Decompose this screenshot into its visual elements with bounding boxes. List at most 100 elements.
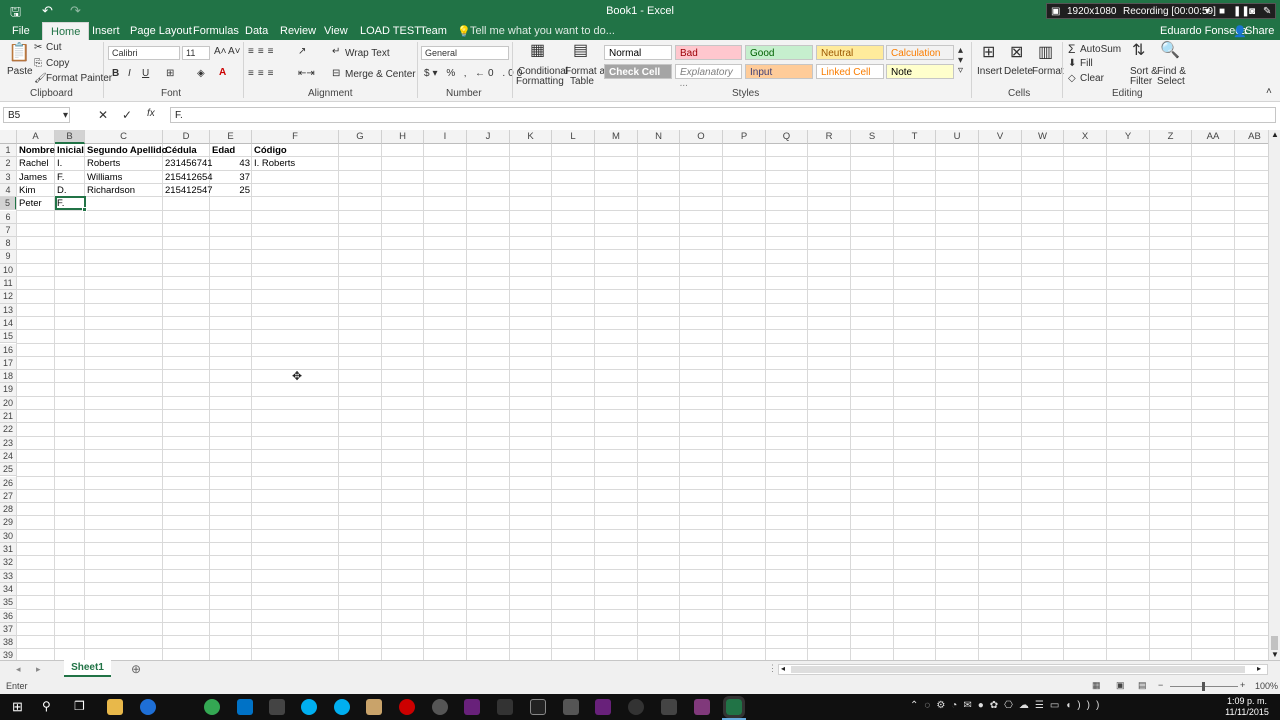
row-header[interactable]: 38	[0, 636, 17, 650]
data-cell[interactable]: I.	[55, 157, 85, 170]
row-header[interactable]: 22	[0, 423, 17, 437]
name-box[interactable]: B5	[3, 107, 70, 123]
data-cell[interactable]: James	[17, 171, 55, 184]
wrap-text-button[interactable]: Wrap Text	[345, 48, 390, 59]
row-header[interactable]: 13	[0, 303, 17, 317]
app-icon[interactable]	[661, 699, 677, 715]
format-as-table-label-2[interactable]: Table	[570, 76, 594, 87]
file-explorer-icon[interactable]	[107, 699, 123, 715]
cancel-icon[interactable]: ✕	[98, 108, 108, 122]
recorder-icon[interactable]	[399, 699, 415, 715]
search-icon[interactable]: ⚲	[42, 699, 51, 713]
chevron-down-icon[interactable]: ▾	[63, 110, 68, 121]
header-cell[interactable]: Cédula	[163, 144, 210, 157]
unreal-icon[interactable]	[530, 699, 546, 715]
collapse-ribbon-icon[interactable]: ˄	[1266, 86, 1272, 97]
header-cell[interactable]: Segundo Apellido	[85, 144, 167, 157]
column-header-s[interactable]: S	[851, 130, 894, 144]
find-select-label-2[interactable]: Select	[1157, 76, 1185, 87]
insert-cells-button[interactable]: Insert	[977, 66, 1002, 77]
fill-button[interactable]: Fill	[1080, 58, 1093, 69]
next-sheet-icon[interactable]: ▸	[36, 664, 41, 675]
styles-scroll-icon[interactable]: ▴ ▾ ▿	[958, 46, 963, 76]
row-header[interactable]: 19	[0, 383, 17, 397]
split-handle-icon[interactable]: ⋮	[768, 663, 777, 674]
column-header-q[interactable]: Q	[766, 130, 808, 144]
tab-data[interactable]: Data	[245, 25, 268, 37]
eraser-icon[interactable]: ◇	[1068, 73, 1076, 84]
data-cell[interactable]: Rachel	[17, 157, 55, 170]
column-header-d[interactable]: D	[163, 130, 210, 144]
zoom-in-icon[interactable]: +	[1240, 680, 1245, 690]
onenote-icon[interactable]	[694, 699, 710, 715]
row-header[interactable]: 34	[0, 582, 17, 597]
row-header[interactable]: 6	[0, 210, 17, 224]
row-header[interactable]: 1	[0, 144, 17, 158]
row-header[interactable]: 2	[0, 157, 17, 171]
row-header[interactable]: 18	[0, 370, 17, 384]
row-header[interactable]: 20	[0, 396, 17, 410]
share-button[interactable]: Share	[1245, 25, 1274, 37]
column-header-aa[interactable]: AA	[1192, 130, 1235, 144]
column-header-p[interactable]: P	[723, 130, 766, 144]
column-header-t[interactable]: T	[894, 130, 936, 144]
tab-view[interactable]: View	[324, 25, 348, 37]
column-header-l[interactable]: L	[552, 130, 595, 144]
data-cell[interactable]: Williams	[85, 171, 163, 184]
format-cells-icon[interactable]: ▥	[1038, 42, 1053, 62]
number-format-select[interactable]: General	[421, 46, 509, 60]
orientation-icon[interactable]: ↗	[298, 46, 306, 57]
row-header[interactable]: 11	[0, 277, 17, 291]
header-cell[interactable]: Inicial	[55, 144, 85, 157]
horizontal-scrollbar[interactable]: ◂ ▸	[778, 664, 1268, 675]
column-header-b[interactable]: B	[55, 130, 85, 144]
data-cell[interactable]: 25	[210, 184, 252, 197]
data-cell[interactable]: D.	[55, 184, 85, 197]
row-header[interactable]: 5	[0, 197, 17, 211]
tab-insert[interactable]: Insert	[92, 25, 120, 37]
system-tray-icons[interactable]: ⌃◌⚙◔✉●✿⎔☁☰▭◖)))	[910, 700, 1105, 711]
page-break-view-icon[interactable]: ▤	[1138, 680, 1147, 691]
store-icon[interactable]	[269, 699, 285, 715]
column-header-c[interactable]: C	[85, 130, 163, 144]
sheet-tab-sheet1[interactable]: Sheet1	[64, 660, 111, 677]
column-header-z[interactable]: Z	[1150, 130, 1192, 144]
increase-font-icon[interactable]: A˄	[214, 46, 227, 57]
column-header-e[interactable]: E	[210, 130, 252, 144]
formula-input[interactable]: F.	[170, 107, 1276, 123]
row-header[interactable]: 9	[0, 250, 17, 264]
row-header[interactable]: 17	[0, 356, 17, 371]
data-cell[interactable]: Richardson	[85, 184, 163, 197]
column-header-v[interactable]: V	[979, 130, 1022, 144]
app-icon[interactable]	[366, 699, 382, 715]
row-header[interactable]: 30	[0, 529, 17, 543]
row-header[interactable]: 3	[0, 170, 17, 184]
autosum-button[interactable]: AutoSum	[1080, 44, 1121, 55]
data-cell[interactable]: I. Roberts	[252, 157, 339, 170]
add-sheet-icon[interactable]: ⊕	[131, 662, 141, 676]
sort-filter-label-2[interactable]: Filter	[1130, 76, 1152, 87]
normal-view-icon[interactable]: ▦	[1092, 680, 1101, 691]
row-header[interactable]: 12	[0, 290, 17, 304]
brush-icon[interactable]: 🖌	[34, 73, 47, 84]
clock-time[interactable]: 1:09 p. m.	[1224, 696, 1270, 706]
vertical-scrollbar[interactable]: ▲ ▼	[1268, 130, 1280, 660]
app-icon[interactable]	[628, 699, 644, 715]
skype-icon[interactable]	[301, 699, 317, 715]
fill-color-icon[interactable]: ◈	[197, 68, 205, 79]
select-all-corner[interactable]	[0, 130, 17, 144]
style-explanatory[interactable]: Explanatory ...	[675, 64, 742, 89]
column-header-i[interactable]: I	[424, 130, 467, 144]
row-header[interactable]: 21	[0, 410, 17, 424]
bold-button[interactable]: B	[112, 68, 119, 79]
scroll-thumb[interactable]	[1271, 636, 1278, 650]
header-cell[interactable]: Código	[252, 144, 339, 157]
header-cell[interactable]: Edad	[210, 144, 252, 157]
cut-button[interactable]: Cut	[46, 42, 62, 53]
paste-icon[interactable]: 📋	[8, 42, 30, 63]
format-as-table-icon[interactable]: ▤	[573, 40, 588, 60]
wrap-text-icon[interactable]: ↵	[332, 46, 340, 57]
copy-icon[interactable]: ⎘	[34, 58, 42, 69]
font-size-select[interactable]: 11	[182, 46, 210, 60]
skype-business-icon[interactable]	[334, 699, 350, 715]
